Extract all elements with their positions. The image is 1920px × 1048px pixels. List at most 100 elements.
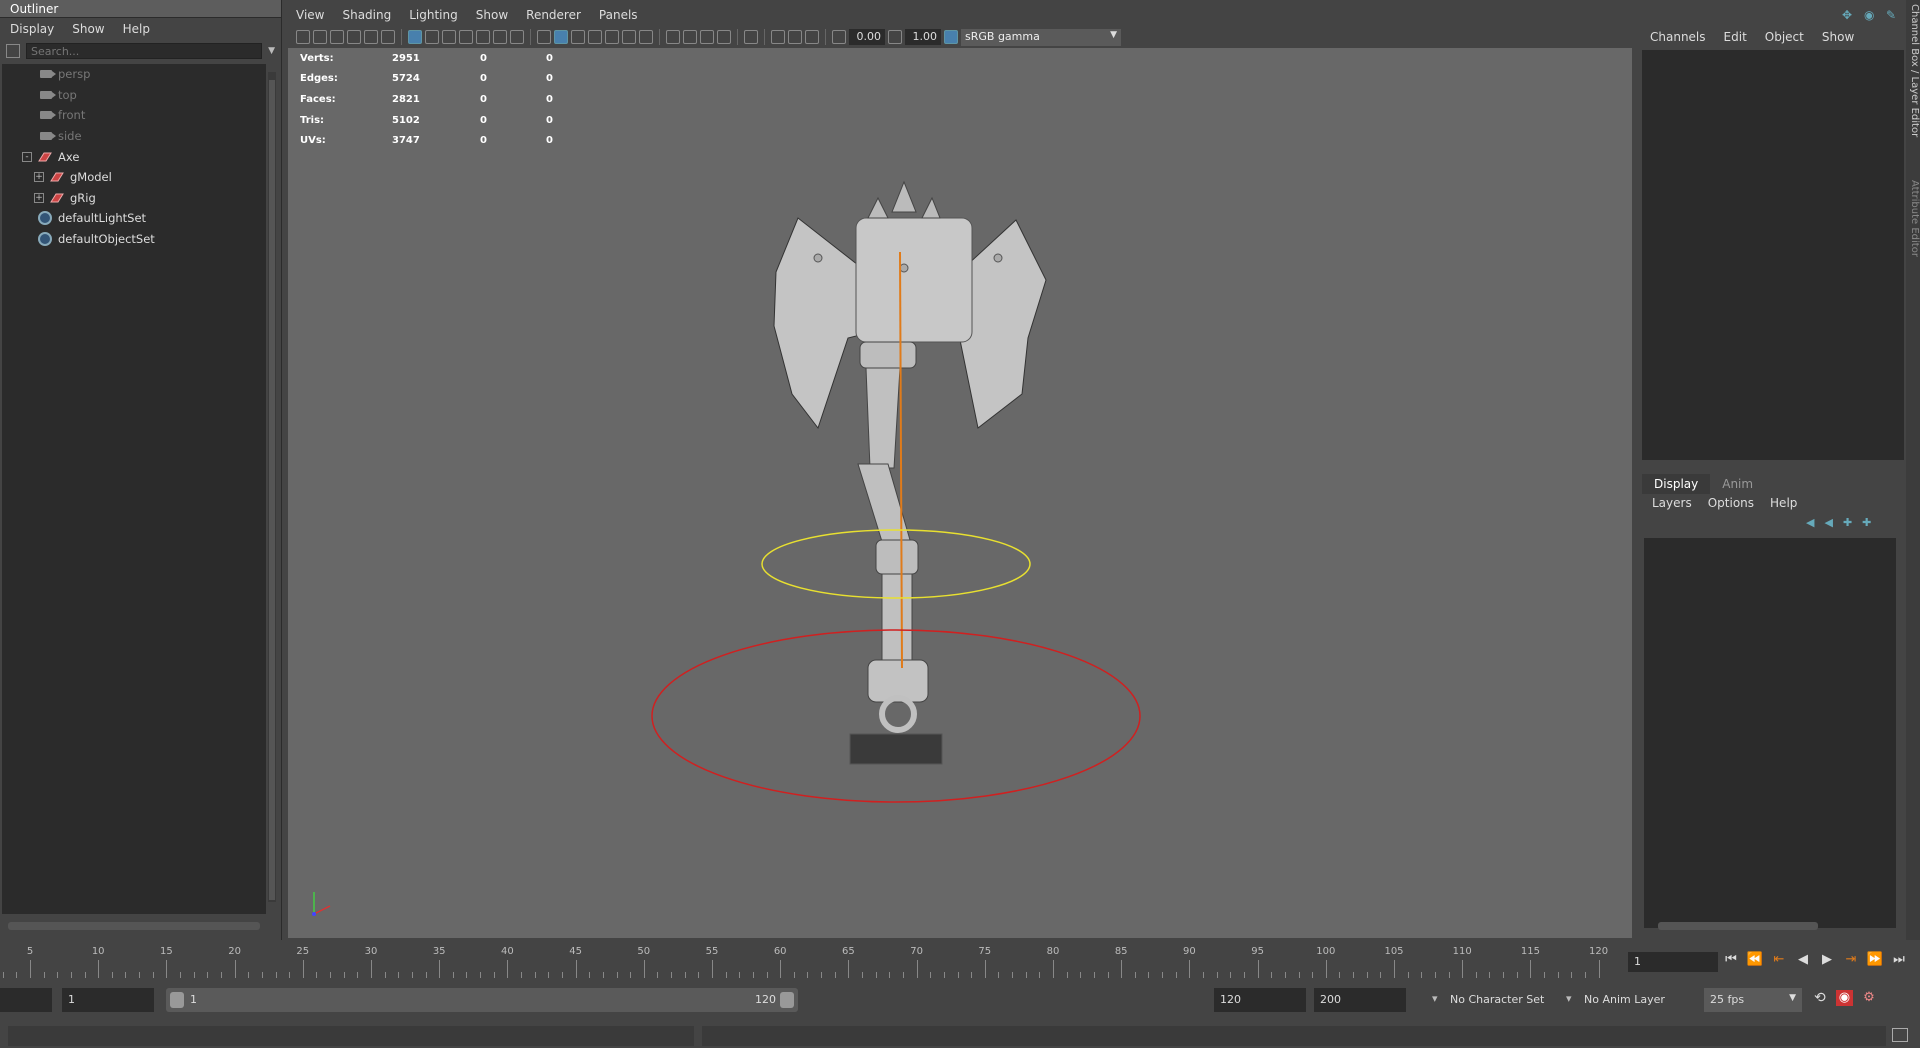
step-forward-key-icon[interactable]: ⏩ — [1866, 952, 1884, 967]
outliner-item-axe[interactable]: - Axe — [2, 146, 266, 167]
search-options-icon[interactable]: ▼ — [268, 46, 275, 56]
anim-layer-dropdown[interactable]: No Anim Layer — [1566, 988, 1688, 1012]
viewport-menu-panels[interactable]: Panels — [599, 8, 638, 22]
field-chart-icon[interactable] — [476, 30, 490, 44]
outliner-menu-show[interactable]: Show — [72, 22, 104, 36]
expand-icon[interactable]: + — [34, 172, 44, 183]
axe-model[interactable] — [773, 180, 1047, 765]
time-slider-track[interactable]: 5 10 15 20 25 30 35 40 45 50 55 60 65 70 75 80 85 90 95 100… — [0, 942, 1624, 978]
attribute-editor-icon[interactable]: ◉ — [1864, 8, 1878, 22]
layers-menu-options[interactable]: Options — [1708, 496, 1754, 510]
outliner-item-gmodel[interactable]: + gModel — [2, 167, 266, 188]
gamma-icon[interactable] — [888, 30, 902, 44]
tab-anim[interactable]: Anim — [1710, 474, 1765, 494]
gate-mask-icon[interactable] — [459, 30, 473, 44]
film-gate-icon[interactable] — [425, 30, 439, 44]
side-tab-channel-box[interactable]: Channel Box / Layer Editor — [1906, 4, 1920, 137]
outliner-horizontal-scrollbar[interactable] — [8, 922, 260, 930]
script-editor-icon[interactable] — [1892, 1028, 1908, 1042]
scroll-thumb[interactable] — [269, 80, 275, 900]
playback-start-field[interactable]: 1 — [62, 988, 154, 1012]
range-slider-bar[interactable]: 1 120 — [166, 988, 798, 1012]
loop-icon[interactable]: ⟲ — [1814, 990, 1826, 1006]
current-frame-field[interactable]: 1 — [1628, 952, 1718, 972]
layers-menu-help[interactable]: Help — [1770, 496, 1797, 510]
animation-preferences-icon[interactable]: ⚙ — [1863, 990, 1875, 1006]
shadows-icon[interactable] — [639, 30, 653, 44]
animation-end-field[interactable]: 200 — [1314, 988, 1406, 1012]
character-set-dropdown[interactable]: No Character Set — [1432, 988, 1564, 1012]
antialiasing-icon[interactable] — [700, 30, 714, 44]
xray-active-icon[interactable] — [788, 30, 802, 44]
outliner-item-defaultlightset[interactable]: defaultLightSet — [2, 208, 266, 229]
channels-menu-object[interactable]: Object — [1765, 30, 1804, 44]
step-forward-frame-icon[interactable]: ⇥ — [1842, 952, 1860, 967]
auto-key-icon[interactable]: ◉ — [1835, 990, 1854, 1006]
viewport-menu-show[interactable]: Show — [476, 8, 508, 22]
viewport-menu-view[interactable]: View — [296, 8, 324, 22]
exposure-icon[interactable] — [832, 30, 846, 44]
outliner-item-persp[interactable]: persp — [2, 64, 266, 85]
outliner-menu-help[interactable]: Help — [123, 22, 150, 36]
command-input[interactable] — [8, 1026, 694, 1046]
playback-end-field[interactable]: 120 — [1214, 988, 1306, 1012]
new-layer-icon[interactable]: ✚ — [1843, 516, 1852, 529]
viewport-canvas[interactable]: Verts: 2951 0 0 Edges: 5724 0 0 Faces: 2… — [288, 48, 1632, 938]
wireframe-on-shaded-icon[interactable] — [571, 30, 585, 44]
filter-icon[interactable] — [6, 44, 20, 58]
outliner-item-front[interactable]: front — [2, 105, 266, 126]
modeling-toolkit-icon[interactable]: ✥ — [1842, 8, 1856, 22]
camera-select-icon[interactable] — [296, 30, 310, 44]
channels-menu-edit[interactable]: Edit — [1724, 30, 1747, 44]
move-layer-down-icon[interactable]: ◀ — [1824, 516, 1832, 529]
image-plane-icon[interactable] — [347, 30, 361, 44]
outliner-item-grig[interactable]: + gRig — [2, 188, 266, 209]
2d-pan-icon[interactable] — [364, 30, 378, 44]
go-to-end-icon[interactable]: ⏭ — [1890, 952, 1908, 967]
expand-icon[interactable]: + — [34, 192, 44, 203]
gamma-field[interactable]: 1.00 — [905, 29, 941, 45]
xray-icon[interactable] — [605, 30, 619, 44]
outliner-menu-display[interactable]: Display — [10, 22, 54, 36]
step-back-frame-icon[interactable]: ⇤ — [1770, 952, 1788, 967]
channels-menu-show[interactable]: Show — [1822, 30, 1854, 44]
color-space-select[interactable]: sRGB gamma — [961, 28, 1121, 46]
play-forward-icon[interactable]: ▶ — [1818, 952, 1836, 967]
backface-culling-icon[interactable] — [805, 30, 819, 44]
bookmark-icon[interactable] — [330, 30, 344, 44]
layer-list-scrollbar[interactable] — [1658, 922, 1818, 930]
viewport-menu-renderer[interactable]: Renderer — [526, 8, 581, 22]
tool-settings-icon[interactable]: ✎ — [1886, 8, 1900, 22]
fps-dropdown[interactable]: 25 fps — [1704, 988, 1802, 1012]
collapse-icon[interactable]: - — [22, 151, 32, 162]
color-management-icon[interactable] — [944, 30, 958, 44]
motion-blur-icon[interactable] — [683, 30, 697, 44]
ambient-occlusion-icon[interactable] — [666, 30, 680, 44]
resolution-gate-icon[interactable] — [442, 30, 456, 44]
move-layer-up-icon[interactable]: ◀ — [1806, 516, 1814, 529]
outliner-item-side[interactable]: side — [2, 126, 266, 147]
side-tab-attribute-editor[interactable]: Attribute Editor — [1906, 180, 1920, 257]
isolate-select-icon[interactable] — [744, 30, 758, 44]
tab-display[interactable]: Display — [1642, 474, 1711, 494]
depth-of-field-icon[interactable] — [717, 30, 731, 44]
new-layer-selected-icon[interactable]: ✚ — [1862, 516, 1871, 529]
safe-title-icon[interactable] — [510, 30, 524, 44]
smooth-shade-icon[interactable] — [554, 30, 568, 44]
range-start-handle[interactable] — [170, 992, 184, 1008]
grid-icon[interactable] — [408, 30, 422, 44]
layer-list[interactable] — [1644, 538, 1896, 928]
viewport-menu-lighting[interactable]: Lighting — [409, 8, 458, 22]
go-to-start-icon[interactable]: ⏮ — [1722, 952, 1740, 967]
outliner-item-top[interactable]: top — [2, 85, 266, 106]
wireframe-icon[interactable] — [537, 30, 551, 44]
exposure-field[interactable]: 0.00 — [849, 29, 885, 45]
outliner-search-input[interactable] — [26, 43, 263, 59]
outliner-item-defaultobjectset[interactable]: defaultObjectSet — [2, 229, 266, 250]
outliner-vertical-scrollbar[interactable] — [268, 72, 276, 902]
viewport-menu-shading[interactable]: Shading — [342, 8, 391, 22]
layers-menu-layers[interactable]: Layers — [1652, 496, 1692, 510]
channels-menu-channels[interactable]: Channels — [1650, 30, 1706, 44]
animation-start-field[interactable] — [0, 988, 52, 1012]
range-end-handle[interactable] — [780, 992, 794, 1008]
